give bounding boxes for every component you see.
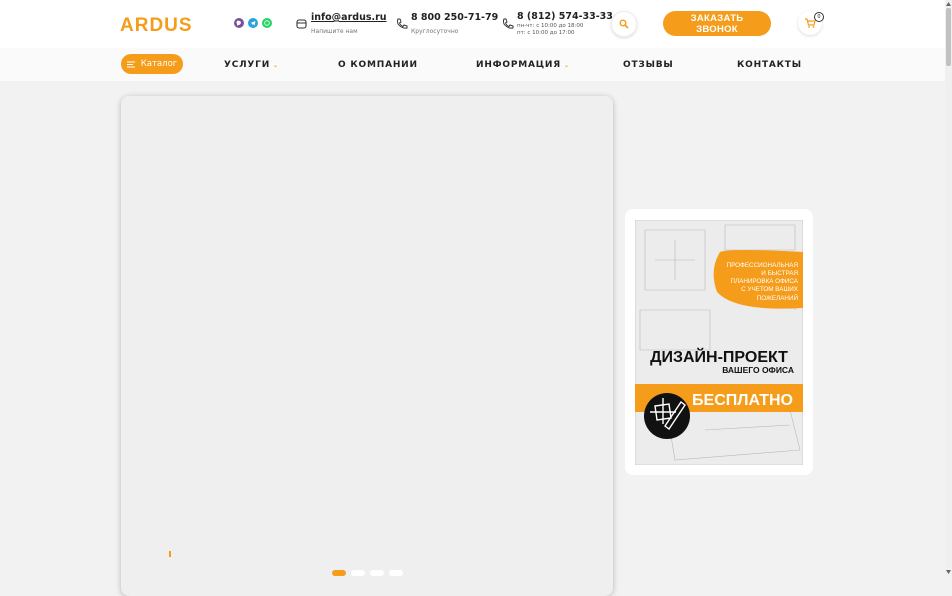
order-call-button[interactable]: ЗАКАЗАТЬ ЗВОНОК — [663, 11, 771, 36]
scrollbar-thumb[interactable] — [946, 8, 951, 66]
hero-slider[interactable] — [121, 96, 613, 596]
badge-line-2: И БЫСТРАЯ — [761, 270, 798, 277]
phone-icon — [503, 18, 514, 29]
nav-item-about[interactable]: О КОМПАНИИ — [338, 60, 418, 70]
telegram-icon[interactable] — [248, 18, 258, 28]
slider-cursor-mark — [169, 551, 171, 557]
badge-line-4: С УЧЕТОМ ВАШИХ — [741, 286, 799, 293]
phone-icon — [397, 18, 408, 29]
nav-item-info[interactable]: ИНФОРМАЦИЯ ⌄ — [476, 60, 570, 70]
banner-strip-text: БЕСПЛАТНО — [692, 392, 793, 409]
slider-dot-2[interactable] — [351, 570, 365, 576]
email-note: Напишите нам — [311, 28, 358, 35]
viber-icon[interactable] — [234, 18, 244, 28]
banner-subtitle: ВАШЕГО ОФИСА — [722, 365, 794, 375]
banner-graphic: ПРОФЕССИОНАЛЬНАЯ И БЫСТРАЯ ПЛАНИРОВКА ОФ… — [635, 220, 803, 465]
header: ARDUS info@ardus.ru Напишите нам 8 800 2… — [0, 0, 945, 48]
hours-friday: пт: с 10:00 до 17:00 — [517, 30, 575, 36]
phone-free-number[interactable]: 8 800 250-71-79 — [411, 12, 498, 23]
nav-item-services[interactable]: УСЛУГИ ⌄ — [224, 60, 279, 70]
hours-weekdays: пн-чт: с 10:00 до 18:00 — [517, 23, 584, 29]
promo-banner[interactable]: ПРОФЕССИОНАЛЬНАЯ И БЫСТРАЯ ПЛАНИРОВКА ОФ… — [635, 220, 803, 465]
catalog-label: Каталог — [140, 59, 178, 69]
ardus-logo[interactable]: ARDUS — [120, 14, 210, 34]
badge-line-5: ПОЖЕЛАНИЙ — [757, 293, 799, 302]
slider-dot-1[interactable] — [332, 570, 346, 576]
slider-dot-3[interactable] — [370, 570, 384, 576]
nav-item-contacts[interactable]: КОНТАКТЫ — [737, 60, 802, 70]
nav-item-reviews[interactable]: ОТЗЫВЫ — [623, 60, 674, 70]
banner-title: ДИЗАЙН-ПРОЕКТ — [650, 347, 788, 366]
chevron-down-icon: ⌄ — [273, 62, 279, 69]
badge-line-3: ПЛАНИРОВКА ОФИСА — [730, 278, 798, 285]
scroll-down-icon[interactable] — [945, 568, 952, 576]
catalog-button[interactable]: Каталог — [121, 54, 183, 74]
menu-icon — [126, 61, 135, 67]
badge-line-1: ПРОФЕССИОНАЛЬНАЯ — [727, 262, 799, 269]
email-link[interactable]: info@ardus.ru — [311, 12, 387, 23]
slider-dot-4[interactable] — [389, 570, 403, 576]
messenger-icons — [234, 18, 272, 28]
phone-free-note: Круглосуточно — [411, 28, 459, 35]
scrollbar[interactable] — [945, 0, 952, 576]
search-icon — [619, 19, 629, 29]
main-nav: Каталог УСЛУГИ ⌄ О КОМПАНИИ ИНФОРМАЦИЯ ⌄ О… — [0, 48, 945, 81]
search-button[interactable] — [611, 11, 637, 37]
phone-spb-number[interactable]: 8 (812) 574-33-33 — [517, 11, 613, 22]
whatsapp-icon[interactable] — [262, 18, 272, 28]
scroll-up-icon[interactable] — [945, 0, 952, 8]
envelope-icon — [296, 19, 307, 29]
cart-count-badge: 0 — [814, 12, 824, 22]
logo-text: ARDUS — [120, 15, 193, 34]
chevron-down-icon: ⌄ — [563, 62, 570, 69]
